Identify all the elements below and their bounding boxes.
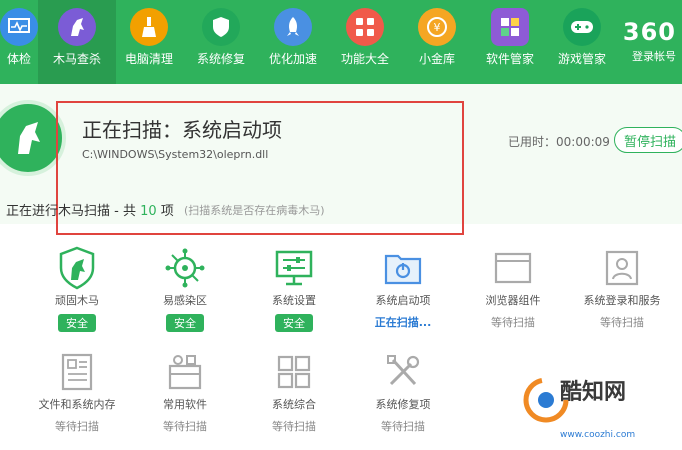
scan-item-system-settings: 系统设置 安全 [239,246,349,332]
nav-trojan-scan[interactable]: 木马查杀 [38,0,116,84]
status-text: 等待扫描 [600,316,644,329]
power-folder-icon [379,246,427,290]
svg-text:¥: ¥ [434,21,441,34]
nav-software[interactable]: 软件管家 [471,8,549,67]
progress-prefix: 正在进行木马扫描 - 共 [6,204,136,219]
nav-vault[interactable]: ¥ 小金库 [398,8,476,67]
scan-title: 正在扫描：系统启动项 [82,118,282,142]
horse-icon [58,8,96,46]
scan-item-label: 系统启动项 [375,294,431,307]
windows-icon [270,350,318,394]
progress-count: 10 [140,204,157,219]
nav-speedup[interactable]: 优化加速 [254,8,332,67]
watermark-text: 酷知网 [560,380,627,405]
broom-icon [130,8,168,46]
status-text: 等待扫描 [491,316,535,329]
nav-games[interactable]: 游戏管家 [543,8,621,67]
watermark-url: www.coozhi.com [560,430,636,440]
brand-area: 360 登录帐号 [623,18,676,64]
nav-label: 软件管家 [485,52,534,66]
status-text: 等待扫描 [272,420,316,433]
status-text: 等待扫描 [55,420,99,433]
scan-item-stubborn-trojan: 顽固木马 安全 [22,246,132,332]
coin-icon: ¥ [418,8,456,46]
virus-icon [161,246,209,290]
progress-suffix: 项 [160,204,174,219]
scan-item-label: 系统修复项 [375,398,431,411]
login-link[interactable]: 登录帐号 [623,48,676,64]
nav-label: 小金库 [418,52,455,66]
scan-item-login-services: 系统登录和服务 等待扫描 [567,246,677,330]
nav-label: 电脑清理 [124,52,173,66]
nav-label: 系统修复 [196,52,245,66]
scan-item-label: 易感染区 [163,294,207,307]
scan-hint: (扫描系统是否存在病毒木马) [184,204,325,217]
status-badge: 安全 [275,314,313,332]
apps-icon [491,8,529,46]
pause-scan-button[interactable]: 暂停扫描 [614,127,682,153]
scan-progress-text: 正在进行木马扫描 - 共 10 项 [6,200,174,219]
nav-label: 功能大全 [340,52,389,66]
scan-item-system-repair: 系统修复项 等待扫描 [348,350,458,434]
scan-item-label: 浏览器组件 [485,294,541,307]
scan-item-label: 系统设置 [272,294,316,307]
scan-item-label: 系统综合 [272,398,316,411]
nav-cleanup[interactable]: 电脑清理 [110,8,188,67]
scan-item-label: 常用软件 [163,398,207,411]
scan-item-common-software: 常用软件 等待扫描 [130,350,240,434]
status-badge: 安全 [166,314,204,332]
scan-item-system-general: 系统综合 等待扫描 [239,350,349,434]
nav-features[interactable]: 功能大全 [326,8,404,67]
shield-icon [202,8,240,46]
top-nav-bar: 体检 木马查杀 电脑清理 系统修复 优化加速 功能大全 ¥ 小金库 软件管家 游… [0,0,682,84]
scan-current-file: C:\WINDOWS\System32\oleprn.dll [82,148,269,161]
scan-item-label: 系统登录和服务 [583,294,661,307]
status-text: 等待扫描 [381,420,425,433]
scan-item-files-memory: 文件和系统内存 等待扫描 [22,350,132,434]
nav-label: 游戏管家 [557,52,606,66]
browser-window-icon [489,246,537,290]
software-box-icon [161,350,209,394]
scan-item-browser: 浏览器组件 等待扫描 [458,246,568,330]
brand-logo: 360 [622,18,676,46]
gamepad-icon [563,8,601,46]
grid-icon [346,8,384,46]
status-text: 等待扫描 [163,420,207,433]
nav-label: 优化加速 [268,52,317,66]
elapsed-time: 已用时：00:00:09 [508,135,610,149]
watermark: 酷知网 www.coozhi.com [520,370,682,450]
status-badge: 安全 [58,314,96,332]
scan-item-infection-area: 易感染区 安全 [130,246,240,332]
settings-monitor-icon [270,246,318,290]
tools-icon [379,350,427,394]
user-badge-icon [598,246,646,290]
rocket-icon [274,8,312,46]
scan-item-startup: 系统启动项 正在扫描... [348,246,458,330]
document-icon [53,350,101,394]
nav-label: 木马查杀 [52,52,101,66]
monitor-icon [0,8,38,46]
scan-item-label: 文件和系统内存 [38,398,116,411]
nav-repair[interactable]: 系统修复 [182,8,260,67]
horse-shield-icon [53,246,101,290]
status-text: 正在扫描... [374,316,432,329]
scan-item-label: 顽固木马 [55,294,99,307]
